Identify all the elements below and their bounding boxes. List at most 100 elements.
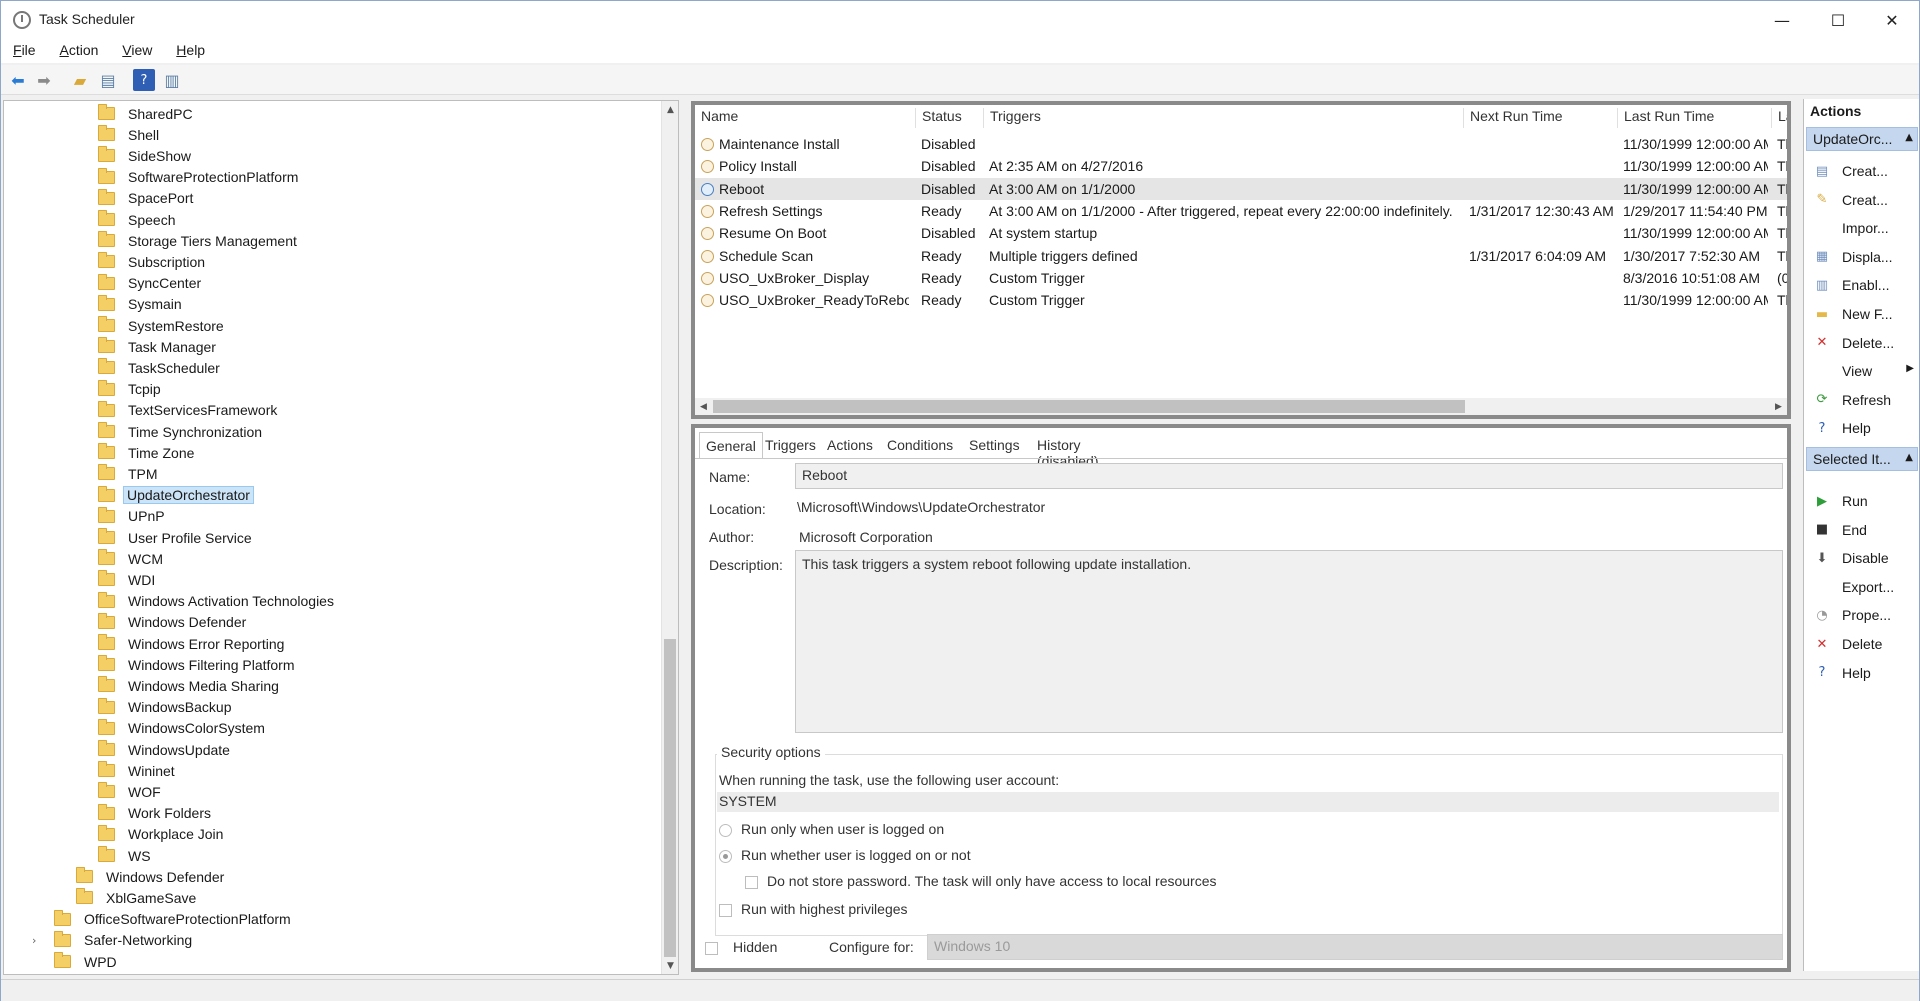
action-create-basic-task[interactable]: ▤ Creat...: [1804, 159, 1919, 183]
tab-history[interactable]: History (disabled): [1031, 432, 1104, 469]
tree-item[interactable]: Windows Media Sharing: [98, 675, 284, 696]
action-enable-history[interactable]: ▥ Enabl...: [1804, 273, 1919, 297]
collapse-icon[interactable]: ▲: [1905, 132, 1913, 143]
close-button[interactable]: ✕: [1865, 1, 1919, 39]
tree-item[interactable]: Shell: [98, 124, 164, 145]
tab-actions[interactable]: Actions: [821, 432, 879, 458]
column-name[interactable]: Name: [695, 108, 738, 128]
tree-item[interactable]: WindowsUpdate: [98, 739, 235, 760]
tree-item[interactable]: Wininet: [98, 760, 180, 781]
minimize-button[interactable]: —: [1755, 1, 1809, 39]
tree-item[interactable]: SideShow: [98, 145, 196, 166]
run-logged-on-radio[interactable]: [719, 824, 732, 837]
forward-arrow-icon[interactable]: ➡: [33, 69, 55, 91]
scroll-left-icon[interactable]: ◀: [695, 398, 712, 415]
show-hide-action-pane-icon[interactable]: ▥: [161, 69, 183, 91]
tree-item[interactable]: XblGameSave: [76, 887, 201, 908]
tree-item[interactable]: Subscription: [98, 251, 210, 272]
action-properties[interactable]: ◔ Prope...: [1804, 603, 1919, 627]
action-disable[interactable]: ⬇ Disable: [1804, 546, 1919, 570]
action-delete-folder[interactable]: ✕ Delete...: [1804, 331, 1919, 355]
show-hide-console-tree-icon[interactable]: ▤: [97, 69, 119, 91]
expand-chevron-icon[interactable]: ›: [32, 934, 36, 947]
tree-item[interactable]: WindowsColorSystem: [98, 718, 270, 739]
menu-help[interactable]: Help: [168, 39, 213, 61]
table-row[interactable]: Schedule Scan Ready Multiple triggers defi…: [695, 245, 1787, 267]
collapse-icon[interactable]: ▲: [1905, 452, 1913, 463]
tree-item[interactable]: Windows Error Reporting: [98, 633, 289, 654]
tree-item[interactable]: WPD: [54, 951, 122, 972]
tree-item[interactable]: SyncCenter: [98, 273, 206, 294]
maximize-button[interactable]: ☐: [1811, 1, 1865, 39]
tree-item[interactable]: Task Manager: [98, 336, 221, 357]
tree-item[interactable]: UpdateOrchestrator: [98, 485, 254, 506]
description-field[interactable]: This task triggers a system reboot follo…: [795, 550, 1783, 733]
table-row[interactable]: USO_UxBroker_ReadyToReboot Ready Custom Tr…: [695, 289, 1787, 311]
action-export[interactable]: Export...: [1804, 575, 1919, 599]
column-next-run-time[interactable]: Next Run Time: [1463, 108, 1563, 128]
tree-item[interactable]: Speech: [98, 209, 180, 230]
tree-item[interactable]: Windows Defender: [98, 612, 251, 633]
tree-item[interactable]: SpacePort: [98, 188, 198, 209]
run-whether-logged-on-radio[interactable]: [719, 850, 732, 863]
tab-general[interactable]: General: [699, 432, 763, 458]
tree-item[interactable]: SystemRestore: [98, 315, 229, 336]
tree-item[interactable]: Storage Tiers Management: [98, 230, 302, 251]
action-help[interactable]: ? Help: [1804, 661, 1919, 685]
tree-item[interactable]: Windows Activation Technologies: [98, 591, 339, 612]
tab-triggers[interactable]: Triggers: [759, 432, 822, 458]
tree-item[interactable]: WOF: [98, 781, 166, 802]
menu-file[interactable]: File: [5, 39, 44, 61]
tree-item[interactable]: WS: [98, 845, 156, 866]
table-row[interactable]: Policy Install Disabled At 2:35 AM on 4/27…: [695, 155, 1787, 177]
table-row[interactable]: Resume On Boot Disabled At system startup 1…: [695, 222, 1787, 244]
help-icon[interactable]: ?: [133, 69, 155, 91]
tree-item[interactable]: Work Folders: [98, 803, 216, 824]
scrollbar-thumb[interactable]: [664, 639, 676, 957]
tree-item[interactable]: Tcpip: [98, 379, 166, 400]
column-last-run-time[interactable]: Last Run Time: [1617, 108, 1714, 128]
name-field[interactable]: Reboot: [795, 463, 1783, 489]
table-row[interactable]: Reboot Disabled At 3:00 AM on 1/1/2000 11/3…: [695, 177, 1787, 200]
action-run[interactable]: ▶ Run: [1804, 489, 1919, 513]
menu-action[interactable]: Action: [51, 39, 106, 61]
do-not-store-password-checkbox[interactable]: [745, 876, 758, 889]
table-row[interactable]: USO_UxBroker_Display Ready Custom Trigger 8…: [695, 267, 1787, 289]
table-row[interactable]: Refresh Settings Ready At 3:00 AM on 1/1/2…: [695, 200, 1787, 222]
action-end[interactable]: ■ End: [1804, 518, 1919, 542]
tree-item[interactable]: SoftwareProtectionPlatform: [98, 167, 303, 188]
action-view[interactable]: View ▶: [1804, 359, 1919, 383]
table-row[interactable]: Maintenance Install Disabled 11/30/1999 12…: [695, 133, 1787, 155]
folder-tree[interactable]: SharedPC Shell SideShow SoftwareProtectionP…: [3, 100, 679, 975]
tree-item[interactable]: TaskScheduler: [98, 357, 225, 378]
action-create-task[interactable]: ✎ Creat...: [1804, 188, 1919, 212]
hidden-checkbox[interactable]: [705, 942, 718, 955]
action-display-running[interactable]: ▦ Displa...: [1804, 245, 1919, 269]
configure-for-select[interactable]: Windows 10: [927, 934, 1783, 960]
tree-item[interactable]: WDI: [98, 569, 160, 590]
highest-privileges-checkbox[interactable]: [719, 904, 732, 917]
tree-item[interactable]: WCM: [98, 548, 168, 569]
column-triggers[interactable]: Triggers: [983, 108, 1041, 128]
tree-item[interactable]: Sysmain: [98, 294, 187, 315]
tree-item[interactable]: User Profile Service: [98, 527, 257, 548]
scroll-up-icon[interactable]: ▲: [662, 101, 678, 118]
scrollbar-thumb[interactable]: [713, 400, 1465, 413]
tree-item[interactable]: Time Synchronization: [98, 421, 267, 442]
tree-item[interactable]: OfficeSoftwareProtectionPlatform: [54, 909, 296, 930]
tree-item[interactable]: Workplace Join: [98, 824, 228, 845]
action-new-folder[interactable]: ▬ New F...: [1804, 302, 1919, 326]
column-last-run-result[interactable]: La: [1771, 108, 1787, 128]
tree-item[interactable]: WindowsBackup: [98, 697, 237, 718]
action-delete[interactable]: ✕ Delete: [1804, 632, 1919, 656]
menu-view[interactable]: View: [114, 39, 160, 61]
tree-item[interactable]: › Safer-Networking: [32, 930, 197, 951]
column-status[interactable]: Status: [915, 108, 962, 128]
back-arrow-icon[interactable]: ⬅: [7, 69, 29, 91]
tree-item[interactable]: UPnP: [98, 506, 170, 527]
scroll-right-icon[interactable]: ▶: [1770, 398, 1787, 415]
tree-vertical-scrollbar[interactable]: ▲ ▼: [661, 101, 678, 974]
action-refresh[interactable]: ⟳ Refresh: [1804, 388, 1919, 412]
tree-item[interactable]: Time Zone: [98, 442, 199, 463]
tree-item[interactable]: TextServicesFramework: [98, 400, 282, 421]
